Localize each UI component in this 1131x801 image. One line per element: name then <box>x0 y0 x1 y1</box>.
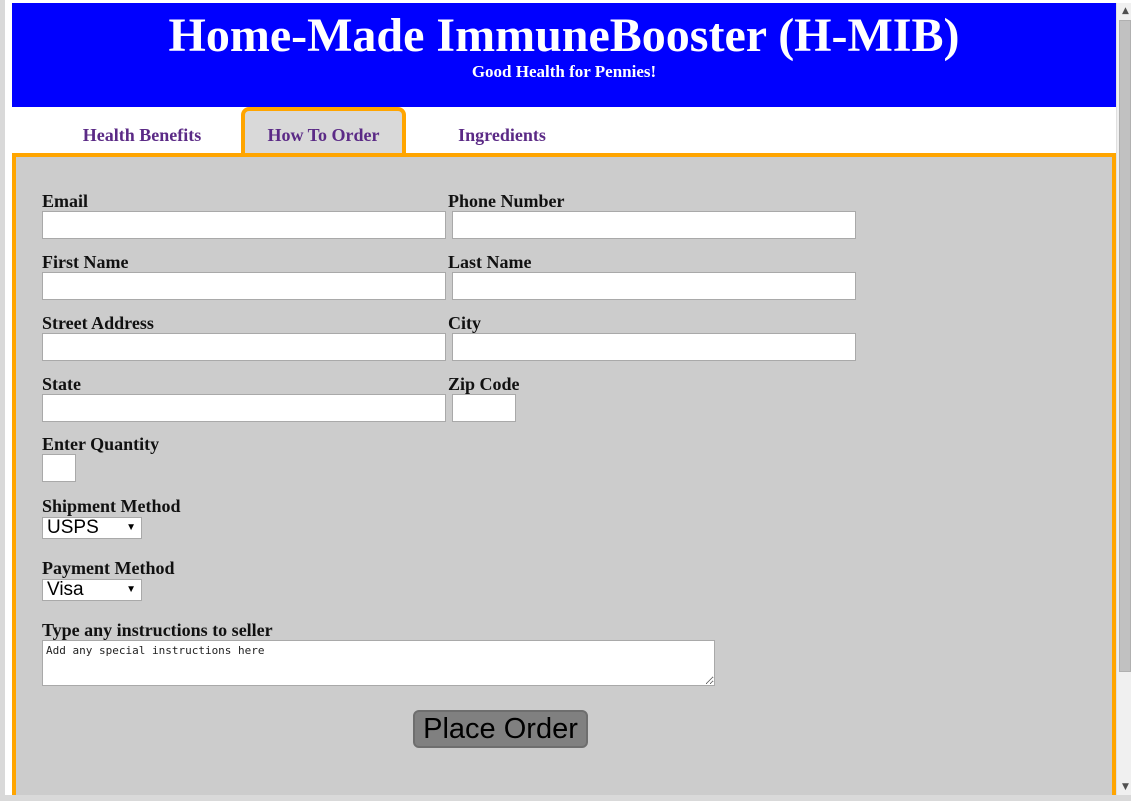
window-bottom-edge <box>5 795 1131 801</box>
payment-method-label: Payment Method <box>42 558 175 578</box>
tab-bar: Health Benefits How To Order Ingredients <box>12 107 1116 153</box>
email-label: Email <box>42 191 89 211</box>
chevron-down-icon: ▼ <box>126 522 136 533</box>
instructions-textarea[interactable] <box>42 640 715 686</box>
shipment-method-select[interactable]: USPS ▼ <box>42 517 142 539</box>
last-name-field[interactable] <box>452 272 856 300</box>
first-name-field[interactable] <box>42 272 446 300</box>
tab-health-benefits[interactable]: Health Benefits <box>52 107 232 153</box>
last-name-label: Last Name <box>448 252 532 272</box>
browser-viewport: Home-Made ImmuneBooster (H-MIB) Good Hea… <box>0 0 1131 801</box>
shipment-method-label: Shipment Method <box>42 496 181 516</box>
first-name-label: First Name <box>42 252 129 272</box>
site-header: Home-Made ImmuneBooster (H-MIB) Good Hea… <box>12 3 1116 107</box>
vertical-scrollbar[interactable]: ▲ ▼ <box>1116 3 1131 795</box>
phone-label: Phone Number <box>448 191 565 211</box>
shipment-method-value: USPS <box>47 517 99 538</box>
tab-how-to-order[interactable]: How To Order <box>241 107 406 153</box>
site-tagline: Good Health for Pennies! <box>471 62 657 81</box>
email-field[interactable] <box>42 211 446 239</box>
order-form-panel: Email Phone Number First Name Last Name … <box>12 153 1116 801</box>
tab-ingredients[interactable]: Ingredients <box>412 107 592 153</box>
chevron-down-icon: ▼ <box>126 584 136 595</box>
quantity-field[interactable] <box>42 454 76 482</box>
payment-method-select[interactable]: Visa ▼ <box>42 579 142 601</box>
city-label: City <box>448 313 481 333</box>
street-address-field[interactable] <box>42 333 446 361</box>
arrow-down-icon[interactable]: ▼ <box>1117 779 1131 795</box>
quantity-label: Enter Quantity <box>42 434 160 454</box>
site-title: Home-Made ImmuneBooster (H-MIB) <box>168 9 960 62</box>
street-address-label: Street Address <box>42 313 154 333</box>
state-field[interactable] <box>42 394 446 422</box>
zip-code-label: Zip Code <box>448 374 520 394</box>
state-label: State <box>42 374 81 394</box>
scrollbar-thumb[interactable] <box>1119 20 1131 672</box>
place-order-button[interactable]: Place Order <box>413 710 588 748</box>
instructions-label: Type any instructions to seller <box>42 620 273 640</box>
city-field[interactable] <box>452 333 856 361</box>
arrow-up-icon[interactable]: ▲ <box>1117 3 1131 19</box>
zip-code-field[interactable] <box>452 394 516 422</box>
payment-method-value: Visa <box>47 579 84 600</box>
phone-field[interactable] <box>452 211 856 239</box>
